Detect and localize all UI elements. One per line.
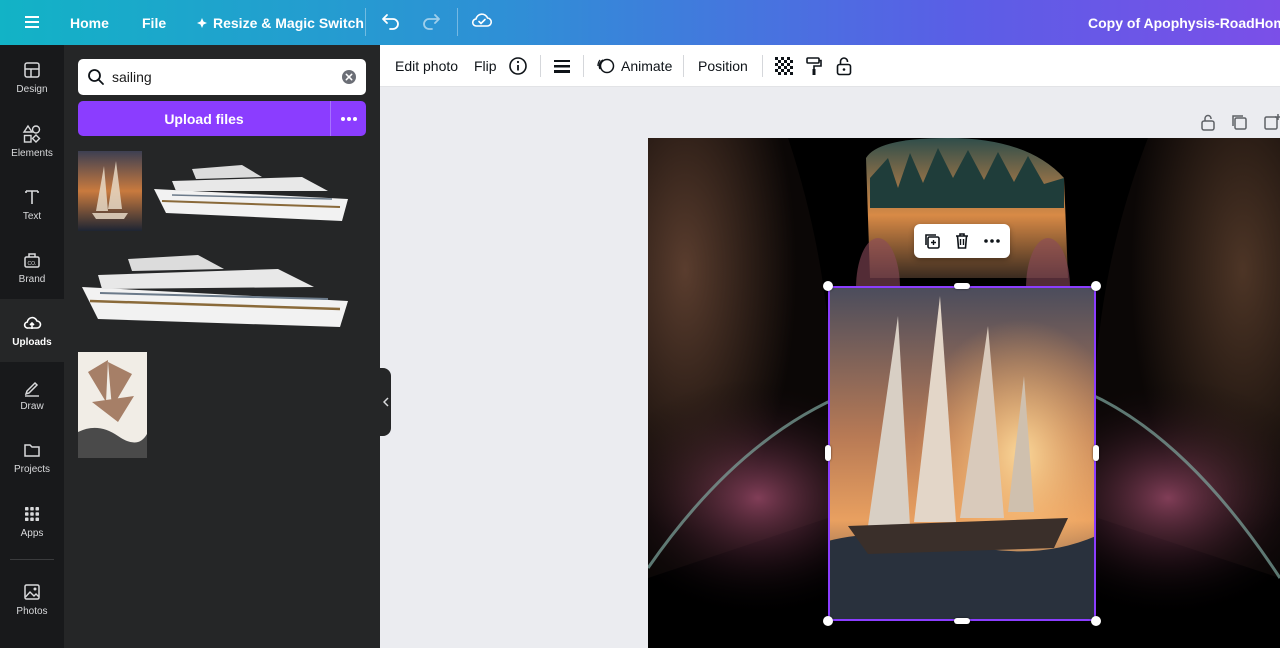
clear-search-icon[interactable] — [340, 68, 358, 86]
duplicate-icon[interactable] — [922, 231, 942, 251]
document-title[interactable]: Copy of Apophysis-RoadHomeTo — [1088, 0, 1280, 45]
rail-label: Draw — [20, 400, 44, 412]
rail-item-projects[interactable]: Projects — [0, 427, 64, 487]
element-floating-toolbar — [914, 224, 1010, 258]
draw-icon — [24, 381, 39, 397]
rail-item-uploads[interactable]: Uploads — [0, 299, 64, 362]
edit-photo-button[interactable]: Edit photo — [395, 45, 458, 87]
upload-thumbnail-sailing-ship[interactable] — [78, 151, 142, 231]
rail-label: Photos — [16, 605, 48, 617]
lock-button[interactable] — [835, 45, 853, 87]
toolbar-divider — [540, 55, 541, 77]
trash-icon[interactable] — [952, 231, 972, 251]
context-toolbar: Edit photo Flip Animate Position — [380, 45, 1280, 87]
rail-label: Uploads — [12, 337, 52, 348]
info-icon — [509, 57, 527, 75]
resize-handle-bottom-left[interactable] — [823, 616, 833, 626]
toolbar-divider — [583, 55, 584, 77]
animate-label: Animate — [621, 58, 673, 74]
home-button[interactable]: Home — [70, 0, 109, 45]
folder-icon — [24, 443, 40, 457]
resize-magic-switch-button[interactable]: Resize & Magic Switch — [196, 0, 364, 45]
resize-handle-left[interactable] — [825, 445, 831, 461]
upload-cloud-icon — [23, 316, 42, 329]
resize-label: Resize & Magic Switch — [213, 14, 364, 31]
toolbar-divider — [762, 55, 763, 77]
resize-handle-top-right[interactable] — [1091, 281, 1101, 291]
resize-handle-bottom[interactable] — [954, 618, 970, 624]
border-style-button[interactable] — [553, 45, 571, 87]
rail-label: Design — [16, 83, 48, 95]
elements-icon — [22, 124, 41, 143]
position-button[interactable]: Position — [698, 45, 748, 87]
lock-page-icon[interactable] — [1198, 112, 1218, 132]
photo-icon — [24, 583, 40, 600]
rail-label: Projects — [13, 463, 51, 475]
rail-item-draw[interactable]: Draw — [0, 364, 64, 424]
upload-thumbnail-ship-sketch[interactable] — [78, 352, 147, 458]
resize-handle-top-left[interactable] — [823, 281, 833, 291]
search-icon — [88, 69, 104, 85]
rail-item-design[interactable]: Design — [0, 47, 64, 107]
svg-text:CO.: CO. — [28, 261, 37, 267]
transparency-button[interactable] — [775, 45, 793, 87]
lock-icon — [836, 57, 852, 76]
chevron-left-icon — [382, 397, 389, 407]
uploads-panel: Upload files — [64, 45, 380, 648]
more-horizontal-icon — [340, 116, 357, 121]
file-menu-button[interactable]: File — [142, 0, 166, 45]
transparency-icon — [775, 57, 793, 75]
add-page-icon[interactable] — [1262, 112, 1280, 132]
left-rail: Design Elements Text CO. Brand Uploads D… — [0, 45, 64, 648]
cloud-save-icon[interactable] — [470, 8, 494, 32]
resize-handle-top[interactable] — [954, 283, 970, 289]
toolbar-divider — [457, 8, 458, 36]
search-box[interactable] — [78, 59, 366, 95]
collapse-panel-handle[interactable] — [380, 368, 391, 436]
top-bar: Home File Resize & Magic Switch Copy of … — [0, 0, 1280, 45]
design-icon — [24, 61, 40, 78]
resize-handle-right[interactable] — [1093, 445, 1099, 461]
rail-item-text[interactable]: Text — [0, 174, 64, 234]
redo-icon[interactable] — [421, 10, 441, 30]
rail-divider — [10, 559, 54, 560]
animate-icon — [597, 58, 615, 74]
toolbar-divider — [683, 55, 684, 77]
rail-label: Text — [22, 210, 42, 222]
upload-thumbnail-cruise-ship-large[interactable] — [78, 247, 356, 337]
copy-style-button[interactable] — [805, 45, 823, 87]
selection-frame — [828, 286, 1096, 621]
rail-item-brand[interactable]: CO. Brand — [0, 237, 64, 297]
upload-thumbnail-cruise-ship[interactable] — [152, 151, 356, 231]
resize-handle-bottom-right[interactable] — [1091, 616, 1101, 626]
search-input[interactable] — [112, 59, 332, 95]
apps-grid-icon — [25, 506, 39, 521]
upload-more-button[interactable] — [331, 101, 366, 136]
rail-item-apps[interactable]: Apps — [0, 491, 64, 551]
hamburger-menu-icon[interactable] — [22, 12, 42, 32]
rail-item-photos[interactable]: Photos — [0, 569, 64, 629]
rail-label: Elements — [11, 147, 53, 159]
text-icon — [25, 189, 39, 204]
brand-icon: CO. — [24, 252, 40, 268]
border-style-icon — [554, 60, 570, 73]
undo-icon[interactable] — [381, 10, 401, 30]
more-options-icon[interactable] — [982, 231, 1002, 251]
info-button[interactable] — [508, 45, 528, 87]
animate-button[interactable]: Animate — [596, 45, 672, 87]
duplicate-page-icon[interactable] — [1229, 112, 1249, 132]
paint-roller-icon — [806, 57, 822, 75]
rail-label: Brand — [18, 273, 46, 285]
upload-files-button[interactable]: Upload files — [78, 101, 330, 136]
rail-label: Apps — [20, 527, 44, 539]
flip-button[interactable]: Flip — [474, 45, 497, 87]
crown-icon — [197, 17, 207, 28]
toolbar-divider — [365, 8, 366, 36]
rail-item-elements[interactable]: Elements — [0, 111, 64, 171]
